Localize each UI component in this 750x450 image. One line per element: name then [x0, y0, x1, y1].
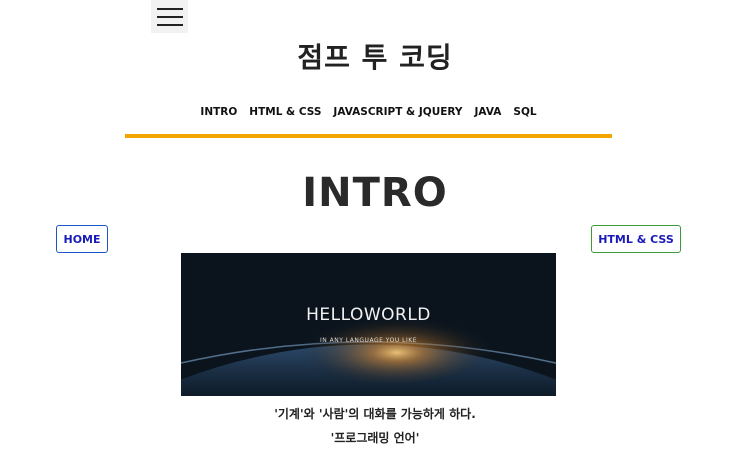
hamburger-icon-bar	[156, 15, 183, 18]
nav-item-html-css[interactable]: HTML & CSS	[249, 106, 321, 118]
main-nav: INTRO HTML & CSS JAVASCRIPT & JQUERY JAV…	[125, 106, 612, 118]
hamburger-icon-bar	[156, 23, 183, 26]
nav-item-java[interactable]: JAVA	[475, 106, 502, 118]
nav-divider	[125, 134, 612, 138]
nav-item-intro[interactable]: INTRO	[200, 106, 237, 118]
site-title: 점프 투 코딩	[297, 41, 453, 74]
nav-item-javascript-jquery[interactable]: JAVASCRIPT & JQUERY	[333, 106, 462, 118]
caption-line-2: '프로그래밍 언어'	[330, 431, 420, 445]
caption-line-1: '기계'와 '사람'의 대화를 가능하게 하다.	[274, 407, 476, 421]
hero-image: HELLOWORLD IN ANY LANGUAGE YOU LIKE	[181, 253, 556, 396]
nav-item-sql[interactable]: SQL	[513, 106, 536, 118]
home-button[interactable]: HOME	[56, 225, 108, 253]
page-title: INTRO	[302, 170, 448, 216]
next-page-button[interactable]: HTML & CSS	[591, 225, 681, 253]
menu-toggle-button[interactable]	[151, 0, 188, 33]
hero-title: HELLOWORLD	[306, 305, 431, 325]
hamburger-icon-bar	[156, 7, 183, 10]
hero-subtitle: IN ANY LANGUAGE YOU LIKE	[320, 337, 417, 344]
